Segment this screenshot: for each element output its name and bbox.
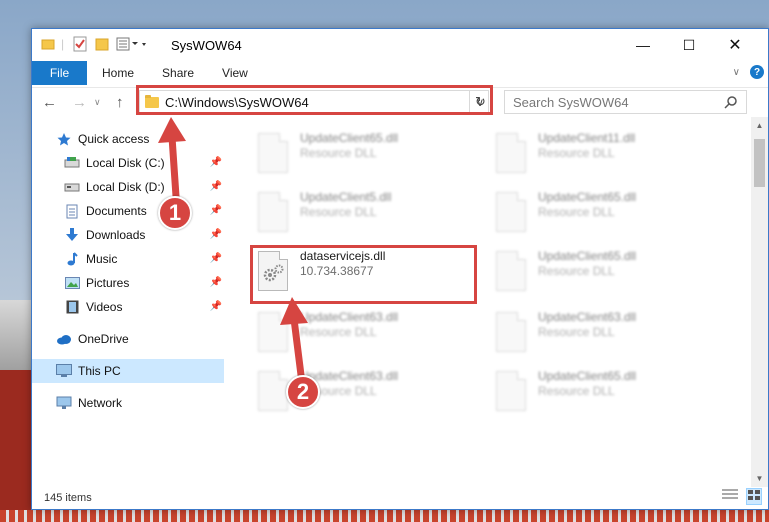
step-2-badge: 2 bbox=[286, 375, 320, 409]
arrow-2 bbox=[280, 297, 308, 387]
step-1-badge: 1 bbox=[158, 196, 192, 230]
annotation-arrows bbox=[158, 117, 308, 387]
file-explorer-window: | SysWOW64 — ☐ ✕ File Home Share View ∨ … bbox=[31, 28, 769, 510]
